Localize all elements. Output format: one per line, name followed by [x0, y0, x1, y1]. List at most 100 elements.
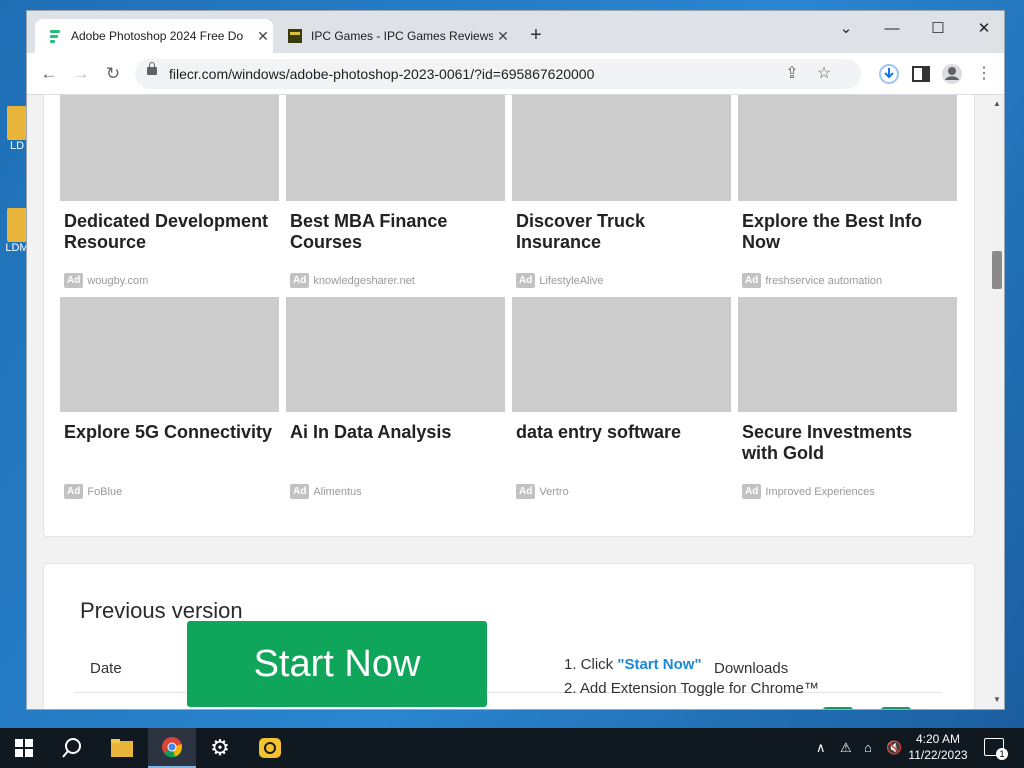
- page-scrollbar[interactable]: ▲ ▼: [990, 95, 1004, 709]
- ad-source-name: Improved Experiences: [765, 485, 875, 498]
- start-now-button[interactable]: Start Now: [187, 621, 487, 707]
- reload-icon[interactable]: ↻: [101, 62, 125, 86]
- ad-title[interactable]: Ai In Data Analysis: [290, 422, 501, 472]
- ad-source-name: FoBlue: [87, 485, 123, 498]
- new-tab-button[interactable]: +: [525, 25, 547, 47]
- ldplayer-taskbar-button[interactable]: [246, 728, 294, 768]
- ad-card[interactable]: Dedicated Development Resource Ad wougby.…: [60, 95, 279, 288]
- close-window-icon[interactable]: ✕: [961, 15, 1007, 43]
- ad-image: [286, 95, 505, 201]
- ad-image: [738, 95, 957, 201]
- browser-toolbar: ← → ↻ filecr.com/windows/adobe-photoshop…: [27, 53, 1004, 95]
- ad-card[interactable]: data entry software Ad Vertro: [512, 297, 731, 499]
- chrome-taskbar-button[interactable]: [148, 728, 196, 768]
- ad-image: [512, 95, 731, 201]
- side-panel-icon[interactable]: [912, 65, 930, 83]
- step-1: 1. Click "Start Now": [564, 653, 819, 677]
- ad-source: Ad Vertro: [516, 484, 727, 499]
- ad-title[interactable]: Best MBA Finance Courses: [290, 211, 501, 261]
- ad-card[interactable]: Explore the Best Info Now Ad freshservice…: [738, 95, 957, 288]
- back-arrow-icon[interactable]: ←: [37, 62, 61, 86]
- security-icon[interactable]: ⚠: [840, 740, 852, 756]
- step-1-text: 1. Click: [564, 656, 618, 673]
- ad-badge: Ad: [64, 484, 84, 499]
- tab-close-icon[interactable]: ✕: [493, 28, 513, 45]
- address-url[interactable]: filecr.com/windows/adobe-photoshop-2023-…: [169, 66, 594, 82]
- ad-title[interactable]: data entry software: [516, 422, 727, 472]
- ad-source: Ad Alimentus: [290, 484, 501, 499]
- ad-card[interactable]: Discover Truck Insurance Ad LifestyleAliv…: [512, 95, 731, 288]
- taskbar: ⚙ ∧ ⚠ ⌂ 🔇 4:20 AM 11/22/2023 1: [0, 728, 1024, 768]
- tab-ipc-games[interactable]: IPC Games - IPC Games Reviews ✕: [275, 19, 513, 53]
- filecr-favicon-icon: [50, 30, 60, 43]
- forward-arrow-icon[interactable]: →: [69, 62, 93, 86]
- clock[interactable]: 4:20 AM 11/22/2023: [906, 731, 970, 763]
- ad-title[interactable]: Dedicated Development Resource: [64, 211, 275, 261]
- ad-source: Ad Improved Experiences: [742, 484, 953, 499]
- ad-card[interactable]: Best MBA Finance Courses Ad knowledgeshar…: [286, 95, 505, 288]
- ad-image: [60, 95, 279, 201]
- ad-image: [512, 297, 731, 412]
- ad-source-name: Vertro: [539, 485, 569, 498]
- overlay-ad-steps: 1. Click "Start Now" 2. Add Extension To…: [564, 653, 819, 701]
- show-hidden-icons-chevron-icon[interactable]: ∧: [816, 740, 826, 756]
- ad-card[interactable]: Ai In Data Analysis Ad Alimentus: [286, 297, 505, 499]
- ad-title[interactable]: Explore 5G Connectivity: [64, 422, 275, 472]
- search-icon: [62, 738, 81, 758]
- ad-source-name: LifestyleAlive: [539, 274, 604, 287]
- notification-center-icon[interactable]: 1: [984, 738, 1008, 760]
- step-1-link[interactable]: "Start Now": [617, 656, 701, 673]
- ad-card[interactable]: Secure Investments with Gold Ad Improved …: [738, 297, 957, 499]
- ad-source: Ad FoBlue: [64, 484, 275, 499]
- tab-photoshop[interactable]: Adobe Photoshop 2024 Free Do ✕: [35, 19, 273, 53]
- download-button-stub[interactable]: [823, 707, 853, 709]
- share-icon[interactable]: ⇪: [781, 63, 803, 85]
- download-icon[interactable]: [878, 63, 900, 85]
- lock-icon: [147, 62, 157, 75]
- tab-strip: Adobe Photoshop 2024 Free Do ✕ IPC Games…: [27, 11, 1004, 53]
- tab-photoshop-title: Adobe Photoshop 2024 Free Do: [71, 29, 244, 43]
- page-viewport: Dedicated Development Resource Ad wougby.…: [27, 95, 990, 709]
- ad-card[interactable]: Explore 5G Connectivity Ad FoBlue: [60, 297, 279, 499]
- ad-title[interactable]: Secure Investments with Gold: [742, 422, 953, 472]
- desktop-shortcut-1-label: LD: [9, 140, 25, 152]
- ipc-favicon-icon: [288, 29, 302, 43]
- windows-logo-icon: [15, 739, 33, 757]
- tab-close-icon[interactable]: ✕: [253, 28, 273, 45]
- notification-count: 1: [996, 748, 1008, 760]
- ad-badge: Ad: [742, 273, 762, 288]
- download-button-stub[interactable]: [881, 707, 911, 709]
- previous-version-section: Previous version Date Downloads: [43, 563, 975, 709]
- ad-source-name: freshservice automation: [765, 274, 883, 287]
- bookmark-star-icon[interactable]: ☆: [813, 63, 835, 85]
- scroll-up-icon[interactable]: ▲: [993, 99, 1001, 108]
- search-button[interactable]: [48, 728, 96, 768]
- network-icon[interactable]: ⌂: [864, 740, 872, 755]
- minimize-icon[interactable]: —: [869, 15, 915, 43]
- gear-icon: ⚙: [210, 735, 230, 760]
- clock-date: 11/22/2023: [908, 748, 968, 762]
- step-2: 2. Add Extension Toggle for Chrome™: [564, 680, 819, 697]
- ad-source-name: Alimentus: [313, 485, 362, 498]
- ad-badge: Ad: [516, 484, 536, 499]
- address-bar[interactable]: filecr.com/windows/adobe-photoshop-2023-…: [135, 59, 861, 89]
- tab-search-chevron-icon[interactable]: ⌄: [823, 15, 869, 43]
- settings-taskbar-button[interactable]: ⚙: [196, 728, 244, 768]
- ad-source-name: wougby.com: [87, 274, 149, 287]
- menu-kebab-icon[interactable]: ⋮: [973, 63, 995, 85]
- scrollbar-thumb[interactable]: [992, 251, 1002, 289]
- maximize-icon[interactable]: ☐: [915, 15, 961, 43]
- scroll-down-icon[interactable]: ▼: [993, 695, 1001, 704]
- ad-title[interactable]: Discover Truck Insurance: [516, 211, 727, 261]
- start-button[interactable]: [0, 728, 48, 768]
- clock-time: 4:20 AM: [915, 732, 961, 746]
- ad-image: [738, 297, 957, 412]
- ad-grid: Dedicated Development Resource Ad wougby.…: [43, 95, 975, 537]
- ad-title[interactable]: Explore the Best Info Now: [742, 211, 953, 261]
- ad-badge: Ad: [290, 273, 310, 288]
- ldplayer-icon: [259, 738, 281, 758]
- file-explorer-button[interactable]: [98, 728, 146, 768]
- chrome-icon: [162, 737, 182, 758]
- profile-avatar-icon[interactable]: [941, 63, 963, 85]
- volume-muted-icon[interactable]: 🔇: [886, 740, 902, 756]
